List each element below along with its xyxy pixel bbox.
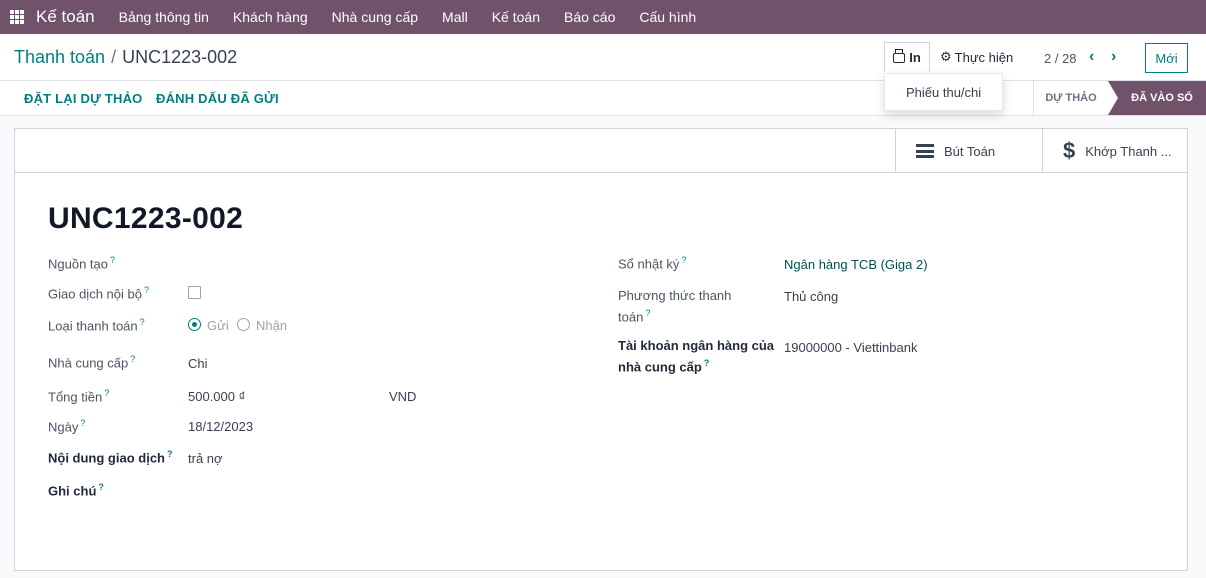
vendor-bank-field[interactable]: 19000000 - Viettinbank: [784, 340, 917, 355]
gear-icon: ⚙: [940, 49, 952, 64]
amount-label: Tổng tiền?: [48, 388, 110, 405]
amount-field[interactable]: 500.000 ₫: [188, 389, 245, 404]
pager-value[interactable]: 2 / 28: [1044, 51, 1077, 66]
form-sheet: Bút Toán $ Khớp Thanh ... UNC1223-002 Ng…: [14, 128, 1188, 571]
help-icon[interactable]: ?: [681, 255, 686, 265]
dollar-icon: $: [1063, 138, 1076, 163]
breadcrumb-current: UNC1223-002: [122, 47, 238, 67]
date-field[interactable]: 18/12/2023: [188, 419, 253, 434]
print-button-label: In: [909, 50, 921, 65]
printer-icon: [893, 48, 906, 63]
payment-type-receive-label: Nhận: [256, 318, 288, 333]
vendor-bank-label-line2: nhà cung cấp?: [618, 358, 710, 375]
journal-entries-label: Bút Toán: [944, 143, 996, 159]
action-button[interactable]: ⚙ Thực hiện: [934, 42, 1019, 72]
source-label: Nguồn tạo?: [48, 255, 116, 272]
menu-customers[interactable]: Khách hàng: [233, 9, 308, 25]
smart-button-box: Bút Toán $ Khớp Thanh ...: [15, 129, 1187, 173]
payment-type-send-radio[interactable]: [188, 318, 201, 331]
chevron-right-icon[interactable]: ›: [1111, 48, 1116, 66]
help-icon[interactable]: ?: [80, 418, 85, 428]
journal-label: Sổ nhật ký?: [618, 255, 687, 272]
help-icon[interactable]: ?: [98, 482, 104, 492]
menu-configuration[interactable]: Cấu hình: [639, 9, 696, 25]
new-button[interactable]: Mới: [1145, 43, 1188, 73]
payment-type-label: Loại thanh toán?: [48, 317, 145, 334]
print-button[interactable]: In: [884, 42, 930, 72]
vendor-bank-label: Tài khoản ngân hàng của: [618, 338, 775, 353]
bars-icon: [916, 144, 934, 158]
date-label: Ngày?: [48, 418, 86, 435]
journal-entries-button[interactable]: Bút Toán: [895, 129, 1042, 173]
menu-accounting[interactable]: Kế toán: [492, 9, 540, 25]
menu-dashboard[interactable]: Bảng thông tin: [119, 9, 209, 25]
action-button-label: Thực hiện: [954, 49, 1014, 65]
payment-method-label-line2: toán?: [618, 308, 651, 325]
vendor-label: Nhà cung cấp?: [48, 354, 136, 371]
help-icon[interactable]: ?: [130, 354, 135, 364]
reconcile-label: Khớp Thanh ...: [1085, 143, 1172, 159]
breadcrumb-separator: /: [111, 47, 117, 67]
memo-label: Nội dung giao dịch?: [48, 449, 173, 466]
breadcrumb: Thanh toán / UNC1223-002: [14, 47, 237, 68]
mark-sent-button[interactable]: ĐÁNH DẤU ĐÃ GỬI: [156, 91, 279, 106]
help-icon[interactable]: ?: [167, 449, 173, 459]
help-icon[interactable]: ?: [140, 317, 145, 327]
internal-transfer-label: Giao dịch nội bộ?: [48, 285, 149, 302]
status-bar: ĐẶT LẠI DỰ THẢO ĐÁNH DẤU ĐÃ GỬI DỰ THẢO …: [0, 81, 1206, 116]
payment-type-receive-radio[interactable]: [237, 318, 250, 331]
help-icon[interactable]: ?: [704, 358, 710, 368]
menu-mall[interactable]: Mall: [442, 9, 468, 25]
print-dropdown-item[interactable]: Phiếu thu/chi: [884, 73, 1003, 111]
currency-field[interactable]: VND: [389, 389, 416, 404]
stage-draft[interactable]: DỰ THẢO: [1033, 81, 1108, 115]
memo-field[interactable]: trả nợ: [188, 451, 223, 466]
top-navbar: Kế toán Bảng thông tin Khách hàng Nhà cu…: [0, 0, 1206, 34]
menu-vendors[interactable]: Nhà cung cấp: [332, 9, 418, 25]
help-icon[interactable]: ?: [104, 388, 109, 398]
payment-method-field[interactable]: Thủ công: [784, 289, 838, 304]
stage-posted-label: ĐÃ VÀO SỔ: [1131, 92, 1193, 104]
breadcrumb-parent[interactable]: Thanh toán: [14, 47, 105, 67]
menu-reporting[interactable]: Báo cáo: [564, 9, 615, 25]
record-title: UNC1223-002: [48, 202, 244, 235]
vendor-field[interactable]: Chi: [188, 356, 208, 371]
help-icon[interactable]: ?: [645, 308, 650, 318]
note-label: Ghi chú?: [48, 482, 104, 499]
payment-type-send-label: Gửi: [207, 318, 229, 333]
apps-grid-icon[interactable]: [10, 10, 24, 24]
journal-field[interactable]: Ngân hàng TCB (Giga 2): [784, 257, 928, 272]
reset-to-draft-button[interactable]: ĐẶT LẠI DỰ THẢO: [24, 91, 143, 106]
help-icon[interactable]: ?: [110, 255, 115, 265]
help-icon[interactable]: ?: [144, 285, 149, 295]
control-panel: Thanh toán / UNC1223-002 In ⚙ Thực hiện 2 …: [0, 34, 1206, 81]
stage-posted[interactable]: ĐÃ VÀO SỔ: [1108, 81, 1206, 115]
internal-transfer-checkbox[interactable]: [188, 286, 201, 299]
chevron-left-icon[interactable]: ‹: [1089, 48, 1094, 66]
reconcile-button[interactable]: $ Khớp Thanh ...: [1042, 129, 1187, 173]
app-brand[interactable]: Kế toán: [36, 7, 95, 27]
payment-method-label: Phương thức thanh: [618, 288, 732, 303]
